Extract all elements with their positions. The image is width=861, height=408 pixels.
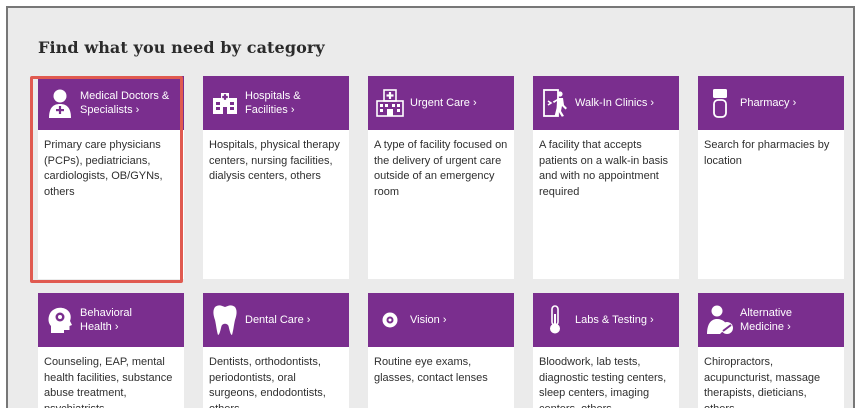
card-header[interactable]: Pharmacy › <box>698 76 844 130</box>
card-title[interactable]: Pharmacy › <box>740 96 796 110</box>
walk-in-door-icon <box>541 87 569 119</box>
card-description: A facility that accepts patients on a wa… <box>539 139 669 198</box>
card-labs-testing[interactable]: Labs & Testing › Bloodwork, lab tests, d… <box>533 293 679 408</box>
card-description: Hospitals, physical therapy centers, nur… <box>209 139 340 182</box>
card-title[interactable]: Behavioral Health › <box>80 306 132 334</box>
card-description: Primary care physicians (PCPs), pediatri… <box>44 139 163 198</box>
chevron-right-icon: › <box>442 314 447 326</box>
chevron-right-icon: › <box>290 104 295 116</box>
card-header[interactable]: Alternative Medicine › <box>698 293 844 347</box>
card-walk-in-clinics[interactable]: Walk-In Clinics › A facility that accept… <box>533 76 679 279</box>
card-vision[interactable]: Vision › Routine eye exams, glasses, con… <box>368 293 514 408</box>
card-description: Dentists, orthodontists, periodontists, … <box>209 356 326 408</box>
pill-bottle-icon <box>706 87 734 119</box>
card-description: Counseling, EAP, mental health facilitie… <box>44 356 173 408</box>
chevron-right-icon: › <box>306 314 311 326</box>
urgent-care-building-icon <box>376 87 404 119</box>
card-header[interactable]: Urgent Care › <box>368 76 514 130</box>
card-description: Bloodwork, lab tests, diagnostic testing… <box>539 356 667 408</box>
category-panel: Find what you need by category Medical D… <box>6 6 855 408</box>
card-title[interactable]: Labs & Testing › <box>575 313 654 327</box>
chevron-right-icon: › <box>114 321 119 333</box>
doctor-icon <box>46 87 74 119</box>
card-alternative-medicine[interactable]: Alternative Medicine › Chiropractors, ac… <box>698 293 844 408</box>
card-description: Search for pharmacies by location <box>704 139 830 167</box>
page-heading: Find what you need by category <box>38 38 325 57</box>
chevron-right-icon: › <box>135 104 140 116</box>
card-header[interactable]: Hospitals & Facilities › <box>203 76 349 130</box>
card-title[interactable]: Hospitals & Facilities › <box>245 89 301 117</box>
card-title[interactable]: Alternative Medicine › <box>740 306 792 334</box>
chevron-right-icon: › <box>787 321 791 333</box>
tooth-icon <box>211 304 239 336</box>
card-description: Routine eye exams, glasses, contact lens… <box>374 356 488 384</box>
card-header[interactable]: Walk-In Clinics › <box>533 76 679 130</box>
card-dental-care[interactable]: Dental Care › Dentists, orthodontists, p… <box>203 293 349 408</box>
card-header[interactable]: Behavioral Health › <box>38 293 184 347</box>
chevron-right-icon: › <box>792 97 797 109</box>
card-header[interactable]: Labs & Testing › <box>533 293 679 347</box>
card-title[interactable]: Vision › <box>410 313 447 327</box>
card-description: A type of facility focused on the delive… <box>374 139 508 198</box>
card-pharmacy[interactable]: Pharmacy › Search for pharmacies by loca… <box>698 76 844 279</box>
card-header[interactable]: Dental Care › <box>203 293 349 347</box>
chevron-right-icon: › <box>472 97 477 109</box>
eye-icon <box>376 304 404 336</box>
chevron-right-icon: › <box>650 97 655 109</box>
card-description: Chiropractors, acupuncturist, massage th… <box>704 356 821 408</box>
card-header[interactable]: Medical Doctors & Specialists › <box>38 76 184 130</box>
head-profile-icon <box>46 304 74 336</box>
hospital-building-icon <box>211 87 239 119</box>
card-title[interactable]: Walk-In Clinics › <box>575 96 654 110</box>
thermometer-icon <box>541 304 569 336</box>
card-header[interactable]: Vision › <box>368 293 514 347</box>
card-medical-doctors[interactable]: Medical Doctors & Specialists › Primary … <box>38 76 184 279</box>
chevron-right-icon: › <box>650 314 654 326</box>
card-title[interactable]: Urgent Care › <box>410 96 477 110</box>
card-hospitals-facilities[interactable]: Hospitals & Facilities › Hospitals, phys… <box>203 76 349 279</box>
card-behavioral-health[interactable]: Behavioral Health › Counseling, EAP, men… <box>38 293 184 408</box>
alternative-medicine-icon <box>706 304 734 336</box>
card-title[interactable]: Medical Doctors & Specialists › <box>80 89 169 117</box>
card-urgent-care[interactable]: Urgent Care › A type of facility focused… <box>368 76 514 279</box>
card-title[interactable]: Dental Care › <box>245 313 310 327</box>
